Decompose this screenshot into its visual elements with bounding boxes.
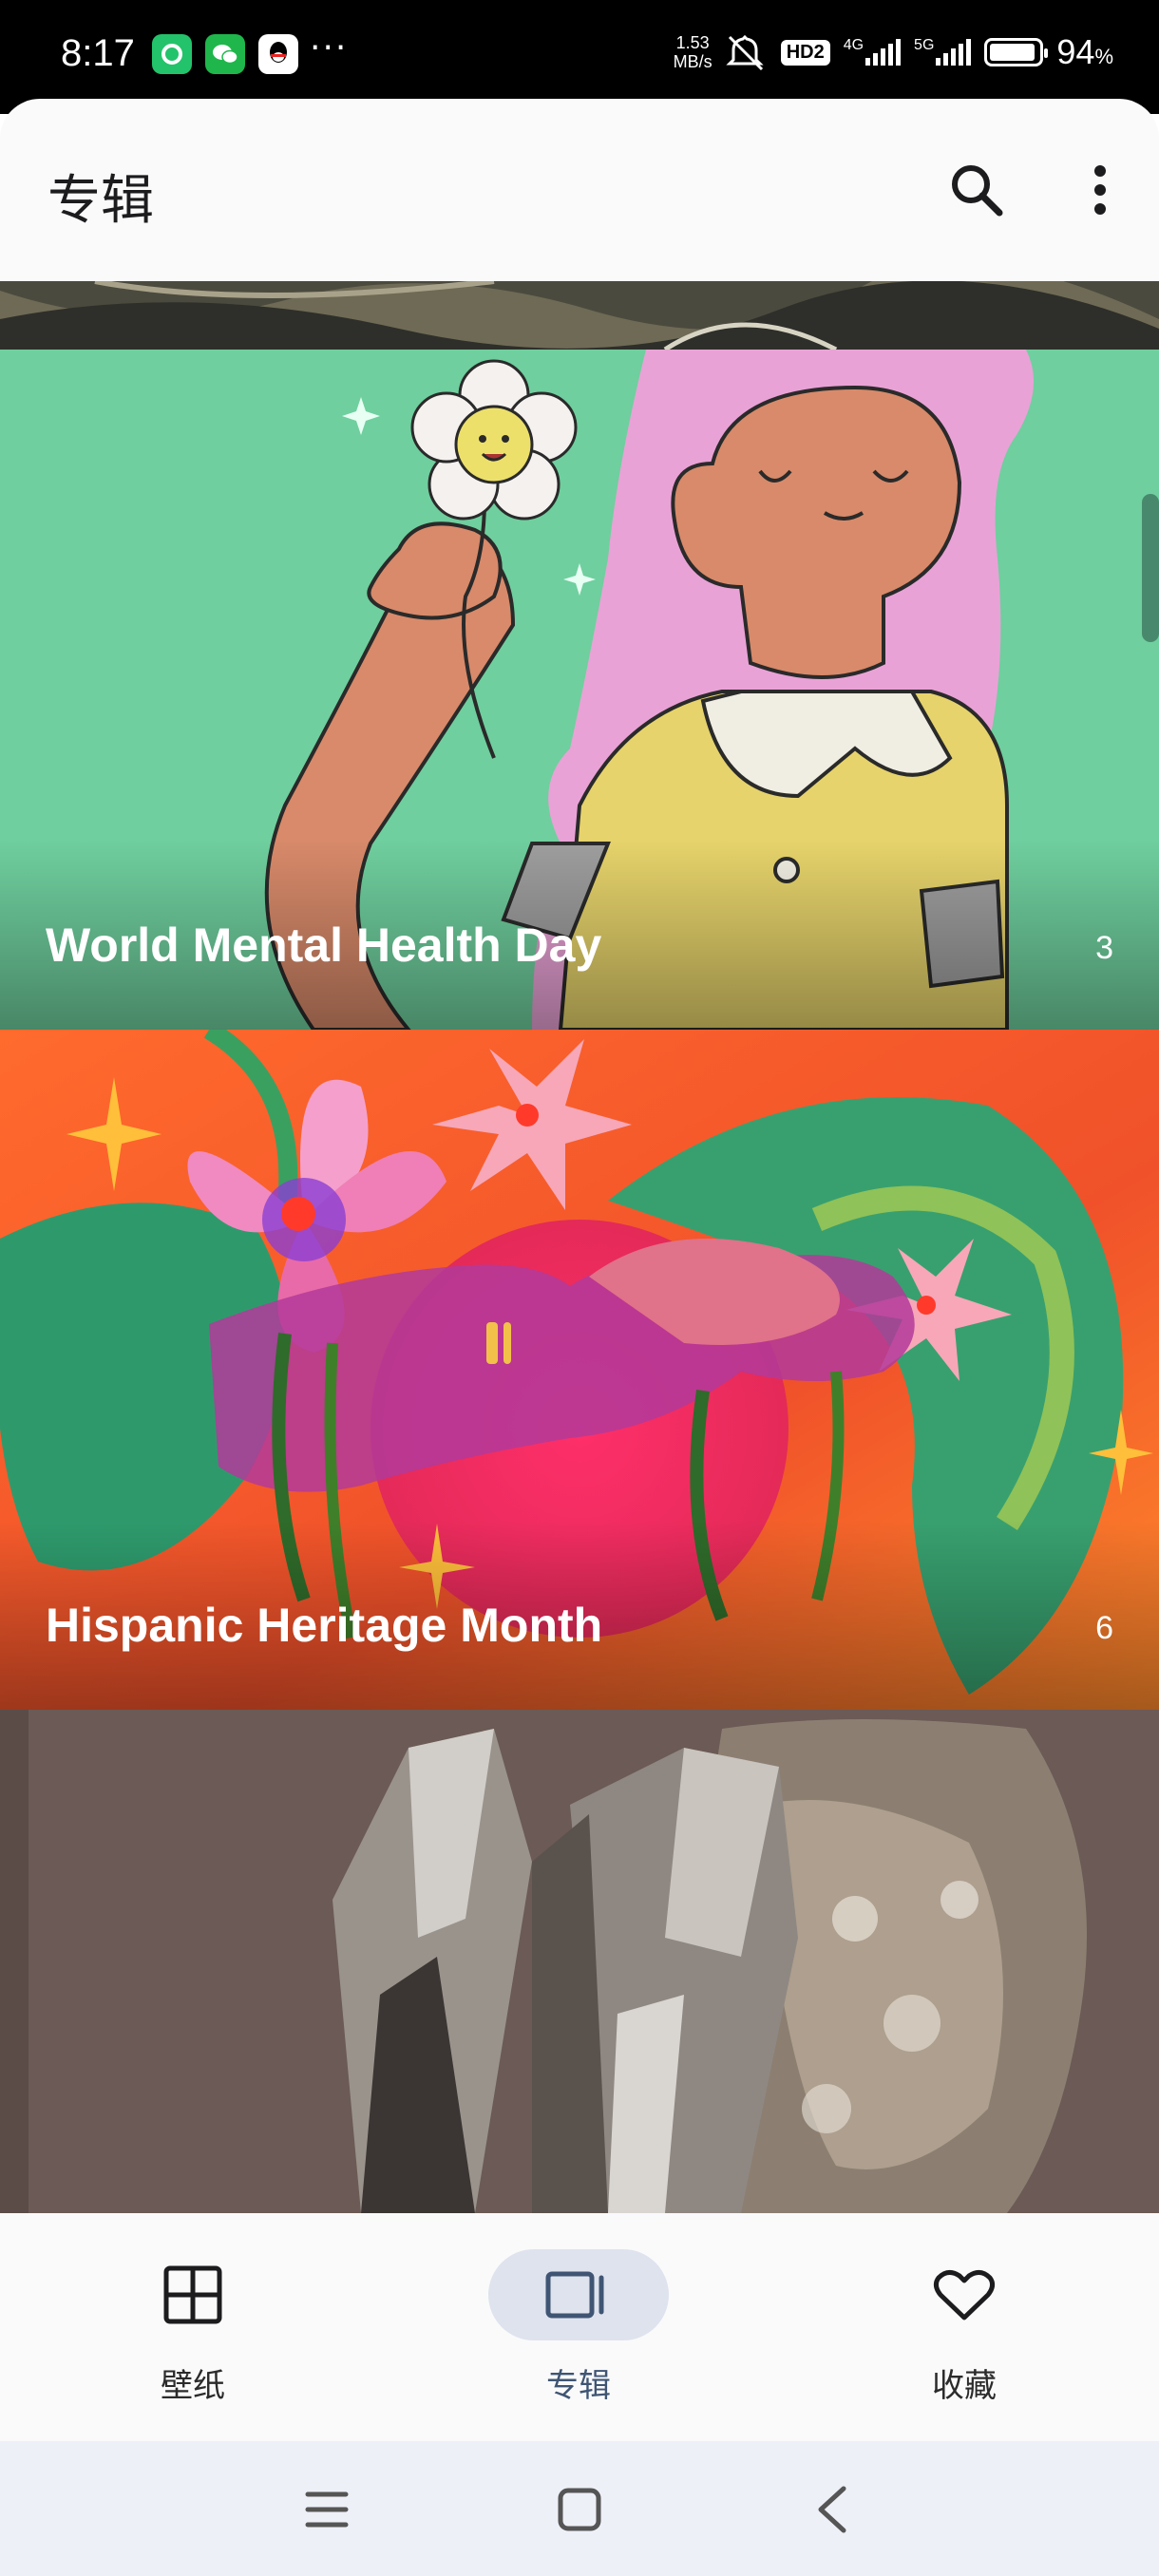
search-button[interactable] (940, 154, 1013, 226)
wechat-icon (205, 34, 245, 74)
album-cover-crystal (0, 1710, 1159, 2213)
nav-label-favorites: 收藏 (932, 2367, 997, 2405)
nav-item-albums[interactable]: 专辑 (386, 2213, 771, 2441)
home-icon (558, 2488, 601, 2531)
network-speed: 1.53 MB/s (674, 33, 712, 71)
heart-icon (933, 2270, 996, 2320)
album-count: 6 (1095, 1610, 1113, 1646)
mute-icon (726, 34, 764, 71)
album-list[interactable]: World Mental Health Day 3 Hispanic Herit… (0, 281, 1159, 2213)
more-notifications-icon: ··· (310, 28, 349, 67)
album-title: World Mental Health Day (46, 919, 602, 972)
nav-label-albums: 专辑 (546, 2367, 611, 2405)
system-navigation-bar (0, 2441, 1159, 2576)
signal-icon-2 (936, 39, 972, 66)
nav-icon-container (103, 2249, 283, 2340)
network-speed-unit: MB/s (673, 52, 712, 71)
recent-apps-button[interactable] (289, 2475, 365, 2544)
nav-item-wallpaper[interactable]: 壁纸 (0, 2213, 386, 2441)
hd-badge: HD2 (780, 39, 830, 66)
more-options-button[interactable] (1064, 154, 1136, 226)
app-notification-icon-green (152, 34, 192, 74)
network-speed-value: 1.53 (675, 33, 710, 52)
search-icon (952, 165, 1003, 217)
status-time: 8:17 (61, 32, 135, 74)
home-button[interactable] (542, 2475, 618, 2544)
nav-icon-container (874, 2249, 1054, 2340)
status-bar: 8:17 ··· 1.53 MB/s HD2 4G 5G 94% (0, 0, 1159, 114)
album-cover-partial (0, 281, 1159, 350)
nav-icon-container-active (488, 2249, 669, 2340)
menu-icon (305, 2491, 349, 2528)
album-card-partial[interactable] (0, 281, 1159, 350)
album-title: Hispanic Heritage Month (46, 1599, 603, 1652)
album-card-hispanic-heritage-month[interactable]: Hispanic Heritage Month 6 (0, 1030, 1159, 1710)
battery-icon (984, 38, 1049, 66)
app-bar: 专辑 (0, 99, 1159, 281)
nav-item-favorites[interactable]: 收藏 (771, 2213, 1157, 2441)
network-type-2: 5G (914, 37, 935, 53)
back-button[interactable] (794, 2475, 870, 2544)
scrollbar-thumb[interactable] (1142, 494, 1159, 642)
album-card-world-mental-health-day[interactable]: World Mental Health Day 3 (0, 350, 1159, 1030)
notification-icons (152, 34, 298, 74)
album-card-crystal[interactable] (0, 1710, 1159, 2213)
network-type-1: 4G (843, 37, 864, 53)
album-icon (545, 2271, 604, 2319)
more-vertical-icon (1094, 165, 1106, 215)
back-icon (818, 2486, 846, 2533)
status-right: 1.53 MB/s HD2 4G 5G 94% (674, 32, 1113, 72)
nav-label-wallpaper: 壁纸 (161, 2367, 225, 2405)
album-count: 3 (1095, 930, 1113, 966)
bottom-navigation: 壁纸 专辑 收藏 (0, 2213, 1159, 2441)
battery-level (990, 44, 1036, 61)
signal-icon-1 (865, 39, 902, 66)
battery-percent-symbol: % (1094, 45, 1113, 68)
page-title: 专辑 (48, 170, 154, 232)
qq-icon (258, 34, 298, 74)
grid-icon (163, 2265, 222, 2324)
battery-percent-value: 94 (1056, 32, 1095, 71)
battery-percent: 94% (1056, 32, 1113, 72)
